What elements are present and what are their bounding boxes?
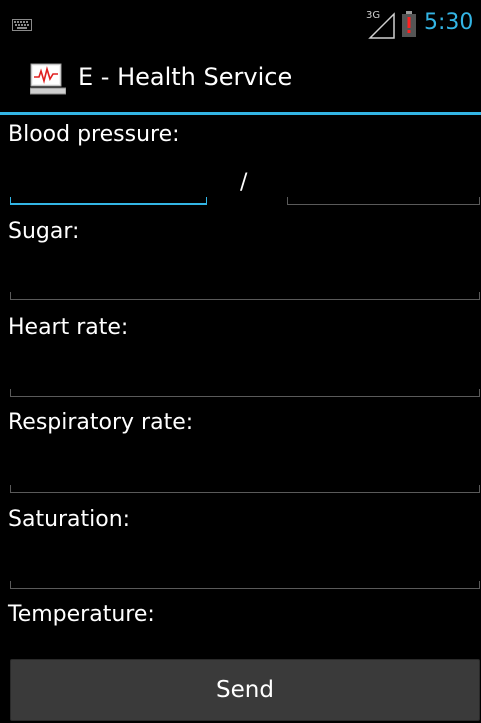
diastolic-input[interactable] xyxy=(287,197,480,205)
saturation-input[interactable] xyxy=(10,581,480,589)
status-bar: 3G 5:30 xyxy=(0,0,481,50)
respiratory-rate-label: Respiratory rate: xyxy=(8,410,194,435)
signal-icon xyxy=(368,12,395,39)
clock: 5:30 xyxy=(424,10,474,35)
saturation-label: Saturation: xyxy=(8,507,131,532)
respiratory-rate-input[interactable] xyxy=(10,485,480,493)
heart-monitor-icon[interactable] xyxy=(30,61,66,97)
temperature-label: Temperature: xyxy=(8,602,155,627)
app-title: E - Health Service xyxy=(78,63,293,91)
heart-rate-label: Heart rate: xyxy=(8,315,129,340)
blood-pressure-label: Blood pressure: xyxy=(8,122,180,147)
battery-alert-icon xyxy=(402,11,416,37)
action-bar-divider xyxy=(0,112,481,115)
send-button[interactable]: Send xyxy=(10,659,480,721)
heart-rate-input[interactable] xyxy=(10,389,480,397)
keyboard-icon xyxy=(12,19,32,31)
action-bar: E - Health Service xyxy=(0,50,481,112)
sugar-input[interactable] xyxy=(10,292,480,300)
blood-pressure-separator: / xyxy=(240,170,248,195)
systolic-input[interactable] xyxy=(10,197,207,205)
sugar-label: Sugar: xyxy=(8,219,80,244)
